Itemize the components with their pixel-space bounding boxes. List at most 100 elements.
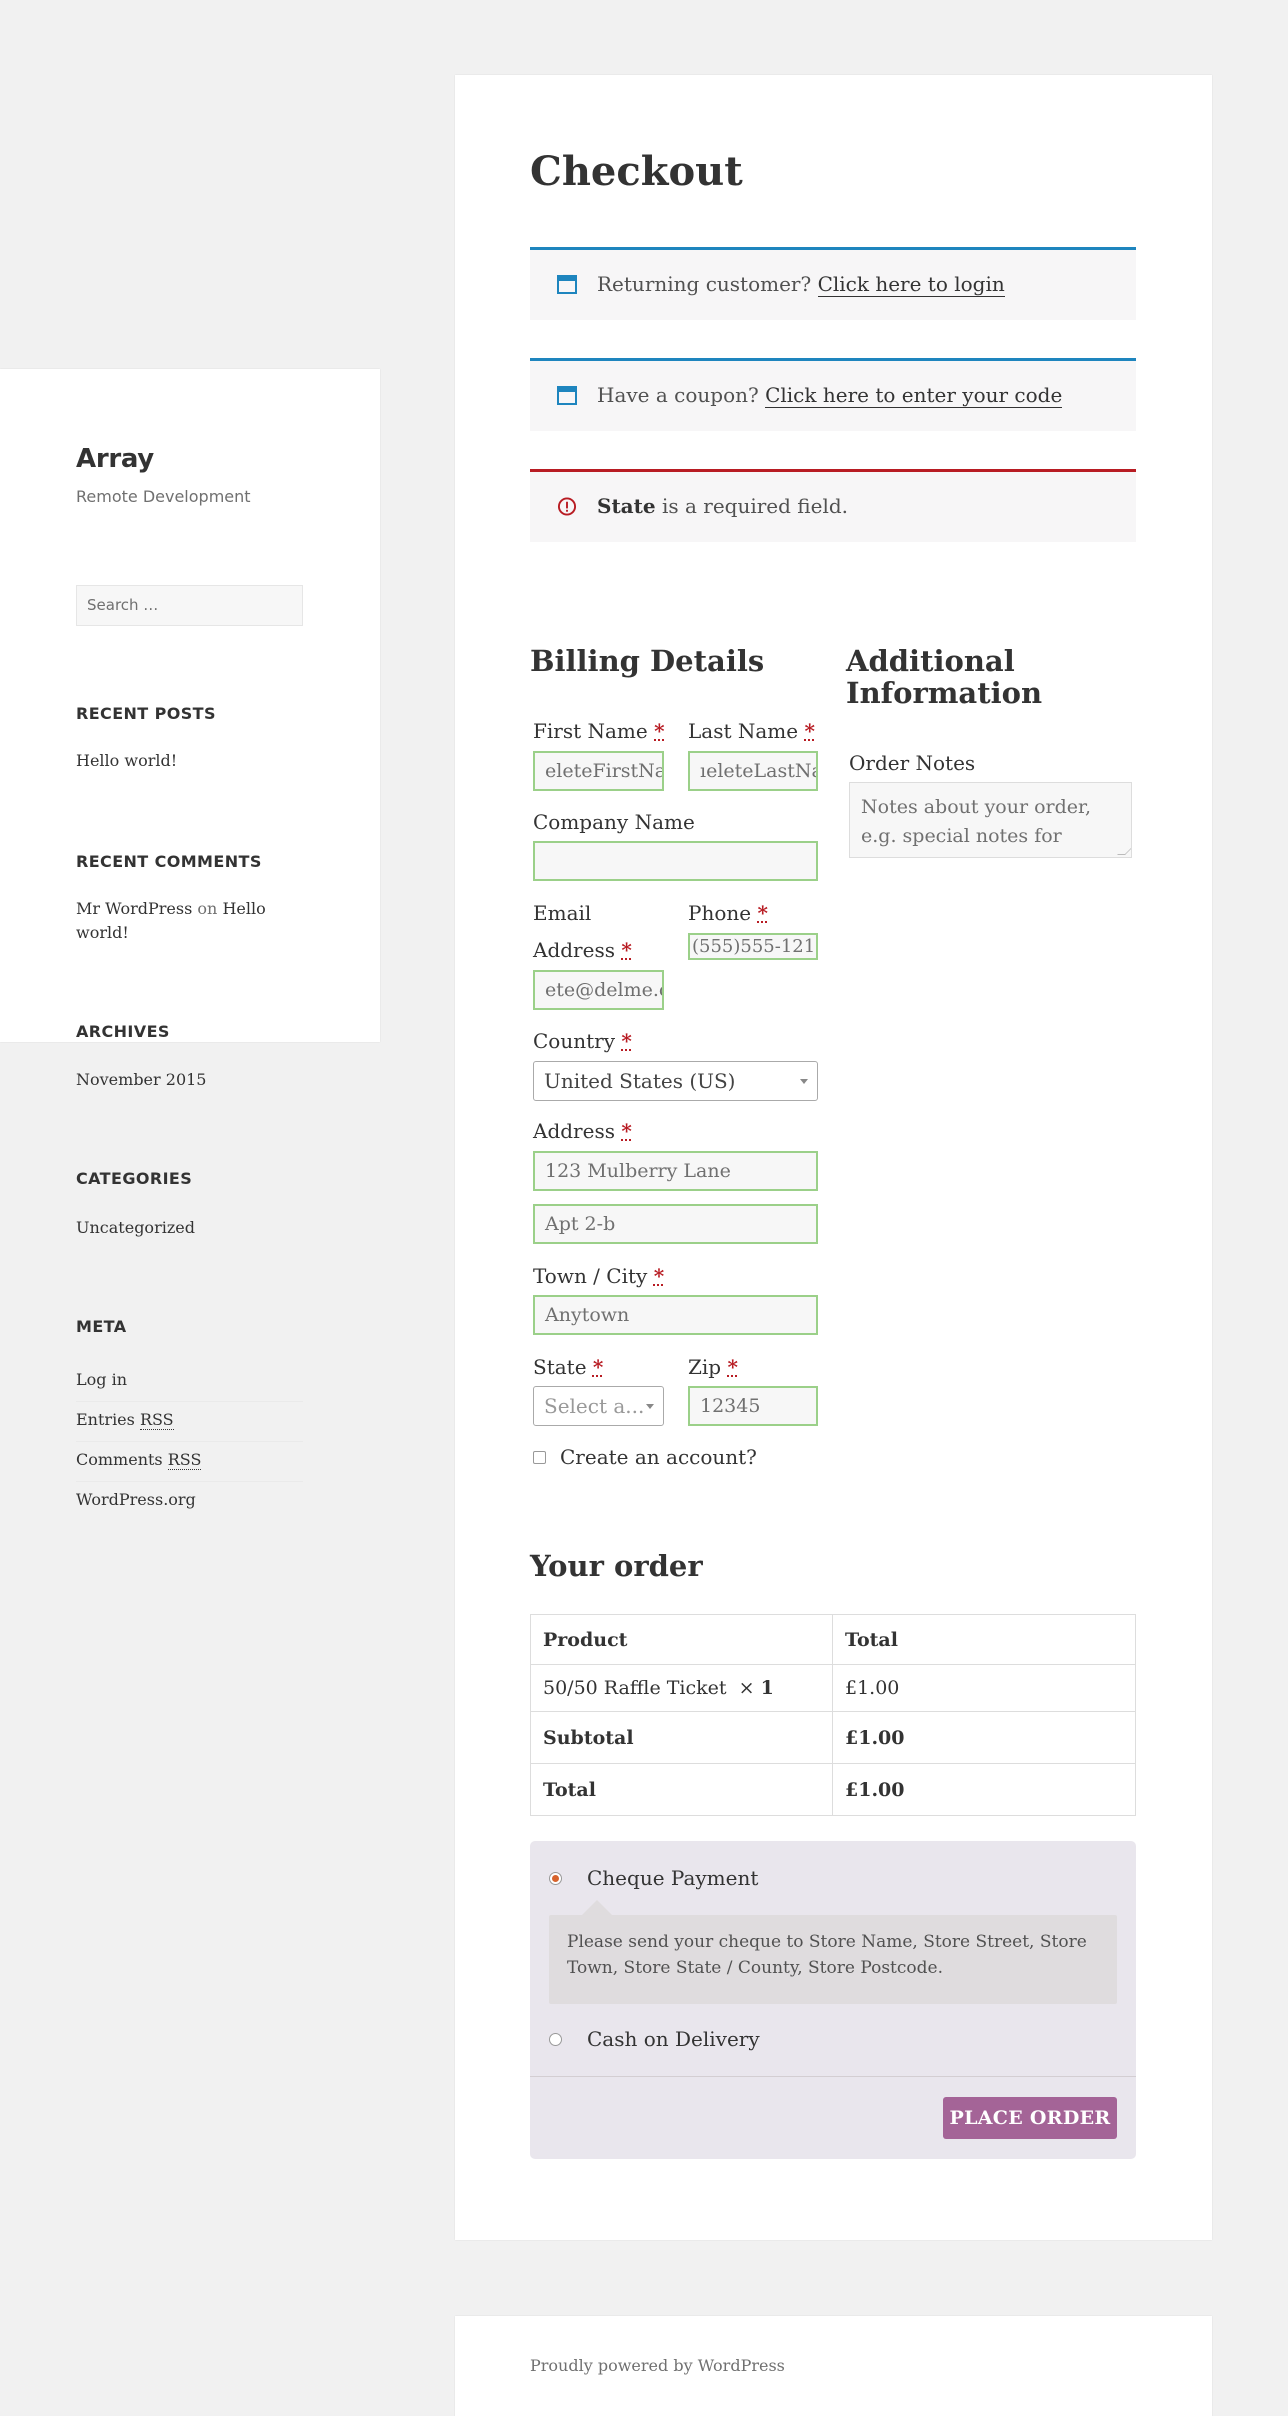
category-link[interactable]: Uncategorized xyxy=(76,1216,195,1240)
additional-heading-line2: Information xyxy=(846,676,1043,710)
email-label-line1: Email xyxy=(533,901,592,925)
required-mark: * xyxy=(621,1119,632,1143)
email-label-cont: Address * xyxy=(533,931,632,969)
rss-abbr: RSS xyxy=(167,1450,202,1470)
order-notes-placeholder-line1: Notes about your order, xyxy=(861,796,1092,818)
meta-list: Log in Entries RSS Comments RSS WordPres… xyxy=(76,1362,303,1522)
your-order-heading: Your order xyxy=(530,1549,703,1583)
required-mark: * xyxy=(621,1029,632,1053)
product-cell: 50/50 Raffle Ticket × 1 xyxy=(530,1664,833,1712)
order-notes-label: Order Notes xyxy=(849,751,976,775)
login-notice-text: Returning customer? xyxy=(597,272,812,296)
place-order-button[interactable]: PLACE ORDER xyxy=(943,2097,1117,2139)
country-value: United States (US) xyxy=(544,1069,736,1093)
state-label: State * xyxy=(533,1348,603,1386)
phone-field[interactable]: (555)555-1212 xyxy=(688,933,818,960)
meta-comments-rss-link[interactable]: Comments RSS xyxy=(76,1442,303,1482)
product-header: Product xyxy=(530,1614,833,1665)
last-name-label-text: Last Name xyxy=(688,719,799,743)
company-label: Company Name xyxy=(533,810,695,834)
zip-label-text: Zip xyxy=(688,1355,722,1379)
country-select[interactable]: United States (US) xyxy=(533,1061,818,1101)
login-link[interactable]: Click here to login xyxy=(817,272,1005,297)
cheque-payment-label[interactable]: Cheque Payment xyxy=(587,1866,758,1890)
state-select[interactable]: Select a... xyxy=(533,1386,664,1426)
payment-desc-arrow xyxy=(582,1900,612,1915)
meta-wordpress-link[interactable]: WordPress.org xyxy=(76,1482,303,1522)
comment-post-link[interactable]: Hello xyxy=(222,899,265,918)
recent-posts-title: RECENT POSTS xyxy=(76,704,216,723)
payment-divider xyxy=(530,2076,1136,2077)
first-name-label-text: First Name xyxy=(533,719,648,743)
subtotal-value: £1.00 xyxy=(832,1711,1136,1764)
meta-title: META xyxy=(76,1317,127,1336)
alert-icon xyxy=(557,497,577,516)
first-name-label: First Name * xyxy=(533,712,665,750)
create-account-label[interactable]: Create an account? xyxy=(560,1438,757,1476)
total-header: Total xyxy=(832,1614,1136,1665)
email-field[interactable]: ete@delme.c xyxy=(533,970,664,1010)
qty-value: 1 xyxy=(760,1677,774,1699)
required-mark: * xyxy=(804,719,815,743)
create-account-checkbox[interactable] xyxy=(533,1451,546,1464)
meta-entries-rss-link[interactable]: Entries RSS xyxy=(76,1402,303,1442)
cod-payment-label[interactable]: Cash on Delivery xyxy=(587,2027,760,2051)
archives-title: ARCHIVES xyxy=(76,1022,170,1041)
company-field[interactable] xyxy=(533,841,818,881)
additional-heading-line1: Additional xyxy=(846,644,1015,678)
login-notice: Returning customer? Click here to login xyxy=(530,247,1136,320)
required-mark: * xyxy=(757,901,768,925)
order-notes-field[interactable]: Notes about your order, e.g. special not… xyxy=(849,782,1132,858)
last-name-field[interactable]: ıeleteLastNa xyxy=(688,751,818,791)
address-line1-field[interactable]: 123 Mulberry Lane xyxy=(533,1151,818,1191)
cheque-payment-description: Please send your cheque to Store Name, S… xyxy=(549,1915,1117,2004)
chevron-down-icon xyxy=(646,1404,654,1409)
phone-label: Phone * xyxy=(688,894,768,932)
state-label-text: State xyxy=(533,1355,587,1379)
address-line2-field[interactable]: Apt 2-b xyxy=(533,1204,818,1244)
state-placeholder: Select a... xyxy=(544,1394,645,1418)
qty-sign: × xyxy=(738,1677,755,1699)
city-label: Town / City * xyxy=(533,1257,664,1295)
archive-link[interactable]: November 2015 xyxy=(76,1068,206,1092)
window-icon xyxy=(557,386,577,405)
billing-heading: Billing Details xyxy=(530,644,765,678)
site-title[interactable]: Array xyxy=(76,444,154,474)
email-label-line2: Address xyxy=(533,938,615,962)
subtotal-row: Subtotal £1.00 xyxy=(530,1711,1136,1764)
zip-label: Zip * xyxy=(688,1348,738,1386)
recent-post-link[interactable]: Hello world! xyxy=(76,749,177,773)
coupon-link[interactable]: Click here to enter your code xyxy=(765,383,1063,408)
order-notes-placeholder-line2: e.g. special notes for xyxy=(861,825,1062,847)
cheque-payment-radio[interactable] xyxy=(549,1872,562,1885)
error-message: is a required field. xyxy=(661,494,849,518)
city-field[interactable]: Anytown xyxy=(533,1295,818,1335)
coupon-notice: Have a coupon? Click here to enter your … xyxy=(530,358,1136,431)
error-notice: State is a required field. xyxy=(530,469,1136,542)
window-icon xyxy=(557,275,577,294)
table-row: 50/50 Raffle Ticket × 1 £1.00 xyxy=(530,1664,1136,1712)
required-mark: * xyxy=(592,1355,604,1379)
categories-title: CATEGORIES xyxy=(76,1169,193,1188)
email-label: Email xyxy=(533,894,591,932)
footer-credit-link[interactable]: Proudly powered by WordPress xyxy=(530,2356,785,2375)
table-header-row: Product Total xyxy=(530,1614,1136,1665)
zip-field[interactable]: 12345 xyxy=(688,1386,818,1426)
comment-author-link[interactable]: Mr WordPress xyxy=(76,899,192,918)
meta-login-link[interactable]: Log in xyxy=(76,1362,303,1402)
comment-post-link-cont[interactable]: world! xyxy=(76,923,129,942)
comments-label: Comments xyxy=(76,1450,163,1469)
address-label: Address * xyxy=(533,1112,632,1150)
rss-abbr: RSS xyxy=(139,1410,174,1430)
required-mark: * xyxy=(654,719,665,743)
cod-payment-radio[interactable] xyxy=(549,2033,562,2046)
total-label: Total xyxy=(530,1763,833,1816)
product-name: 50/50 Raffle Ticket xyxy=(543,1677,727,1699)
comment-on-text: on xyxy=(197,899,218,918)
item-total: £1.00 xyxy=(832,1664,1136,1712)
search-input[interactable]: Search … xyxy=(76,585,303,626)
coupon-notice-text: Have a coupon? xyxy=(597,383,759,407)
first-name-field[interactable]: eleteFirstNa xyxy=(533,751,664,791)
site-description: Remote Development xyxy=(76,487,251,506)
resize-grip-icon[interactable] xyxy=(1117,847,1131,855)
